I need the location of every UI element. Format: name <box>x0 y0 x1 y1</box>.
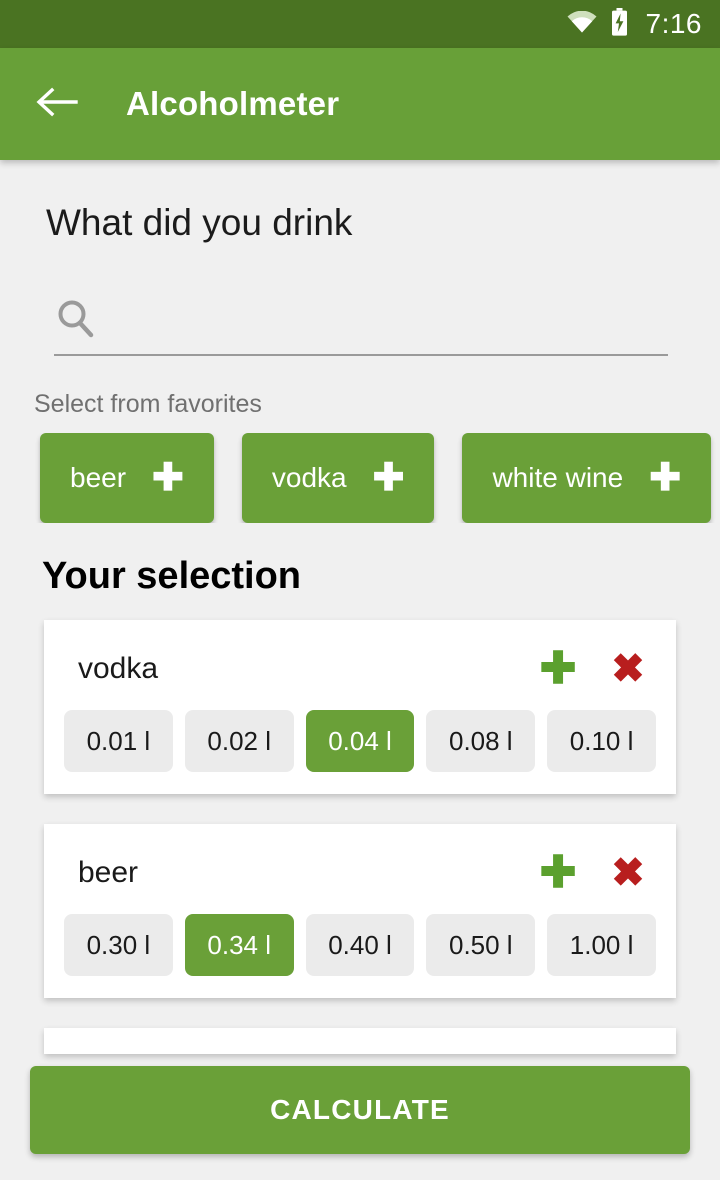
wifi-icon <box>567 10 597 38</box>
favorites-label: Select from favorites <box>34 390 262 418</box>
plus-icon: ✚ <box>372 457 405 499</box>
volume-option[interactable]: 0.02 l <box>184 710 294 772</box>
drink-card-partial <box>44 1028 676 1054</box>
volume-options: 0.01 l 0.02 l 0.04 l 0.08 l 0.10 l <box>64 710 656 772</box>
drink-card-add-button[interactable]: ✚ <box>530 845 586 901</box>
drink-card: vodka ✚ ✖ 0.01 l 0.02 l 0.04 l 0.08 l 0.… <box>44 620 676 794</box>
drink-card-name: beer <box>78 856 139 889</box>
volume-options: 0.30 l 0.34 l 0.40 l 0.50 l 1.00 l <box>64 914 656 976</box>
drink-card: beer ✚ ✖ 0.30 l 0.34 l 0.40 l 0.50 l 1.0… <box>44 824 676 998</box>
volume-option[interactable]: 0.01 l <box>64 710 173 772</box>
volume-option[interactable]: 0.40 l <box>305 914 415 976</box>
volume-option-selected[interactable]: 0.04 l <box>305 710 415 772</box>
drink-card-remove-button[interactable]: ✖ <box>600 641 656 697</box>
page-title: Alcoholmeter <box>126 85 340 122</box>
favorite-chip-beer[interactable]: beer ✚ <box>40 433 214 523</box>
search-input[interactable] <box>116 305 668 337</box>
selection-card-list: vodka ✚ ✖ 0.01 l 0.02 l 0.04 l 0.08 l 0.… <box>0 620 720 1054</box>
drink-card-header: beer ✚ ✖ <box>64 842 656 904</box>
favorite-chip-label: white wine <box>492 462 624 493</box>
plus-icon: ✚ <box>152 457 184 499</box>
plus-icon: ✚ <box>539 644 577 693</box>
volume-option[interactable]: 1.00 l <box>547 914 656 976</box>
favorite-chip-vodka[interactable]: vodka ✚ <box>241 433 435 523</box>
search-icon <box>54 297 98 346</box>
favorite-chip-label: beer <box>70 462 127 493</box>
drink-card-header: vodka ✚ ✖ <box>64 638 656 700</box>
volume-option[interactable]: 0.30 l <box>64 914 173 976</box>
plus-icon: ✚ <box>539 848 577 897</box>
volume-option[interactable]: 0.08 l <box>426 710 536 772</box>
drink-card-name: vodka <box>78 652 159 685</box>
favorites-chip-row[interactable]: beer ✚ vodka ✚ white wine ✚ <box>0 433 720 523</box>
section-heading-drink: What did you drink <box>46 202 353 243</box>
close-x-icon: ✖ <box>611 647 645 691</box>
drink-card-add-button[interactable]: ✚ <box>530 641 586 697</box>
status-icons: 7:16 <box>567 7 703 41</box>
app-toolbar: Alcoholmeter <box>0 48 720 160</box>
volume-option[interactable]: 0.10 l <box>547 710 656 772</box>
calculate-bar: CALCULATE <box>0 1066 720 1180</box>
favorite-chip-white-wine[interactable]: white wine ✚ <box>462 433 712 523</box>
drink-card-remove-button[interactable]: ✖ <box>600 845 656 901</box>
search-field[interactable] <box>54 288 668 356</box>
main-content: What did you drink Select from favorites… <box>0 160 720 1180</box>
close-x-icon: ✖ <box>611 851 645 895</box>
favorite-chip-label: vodka <box>271 462 347 493</box>
volume-option[interactable]: 0.50 l <box>426 914 536 976</box>
status-time: 7:16 <box>645 8 702 39</box>
status-bar: 7:16 <box>0 0 720 48</box>
back-button[interactable] <box>34 81 80 127</box>
battery-charging-icon <box>611 7 628 41</box>
volume-option-selected[interactable]: 0.34 l <box>184 914 294 976</box>
plus-icon: ✚ <box>649 457 682 499</box>
section-heading-selection: Your selection <box>42 555 302 597</box>
calculate-button[interactable]: CALCULATE <box>30 1066 690 1154</box>
arrow-left-icon <box>36 86 78 123</box>
